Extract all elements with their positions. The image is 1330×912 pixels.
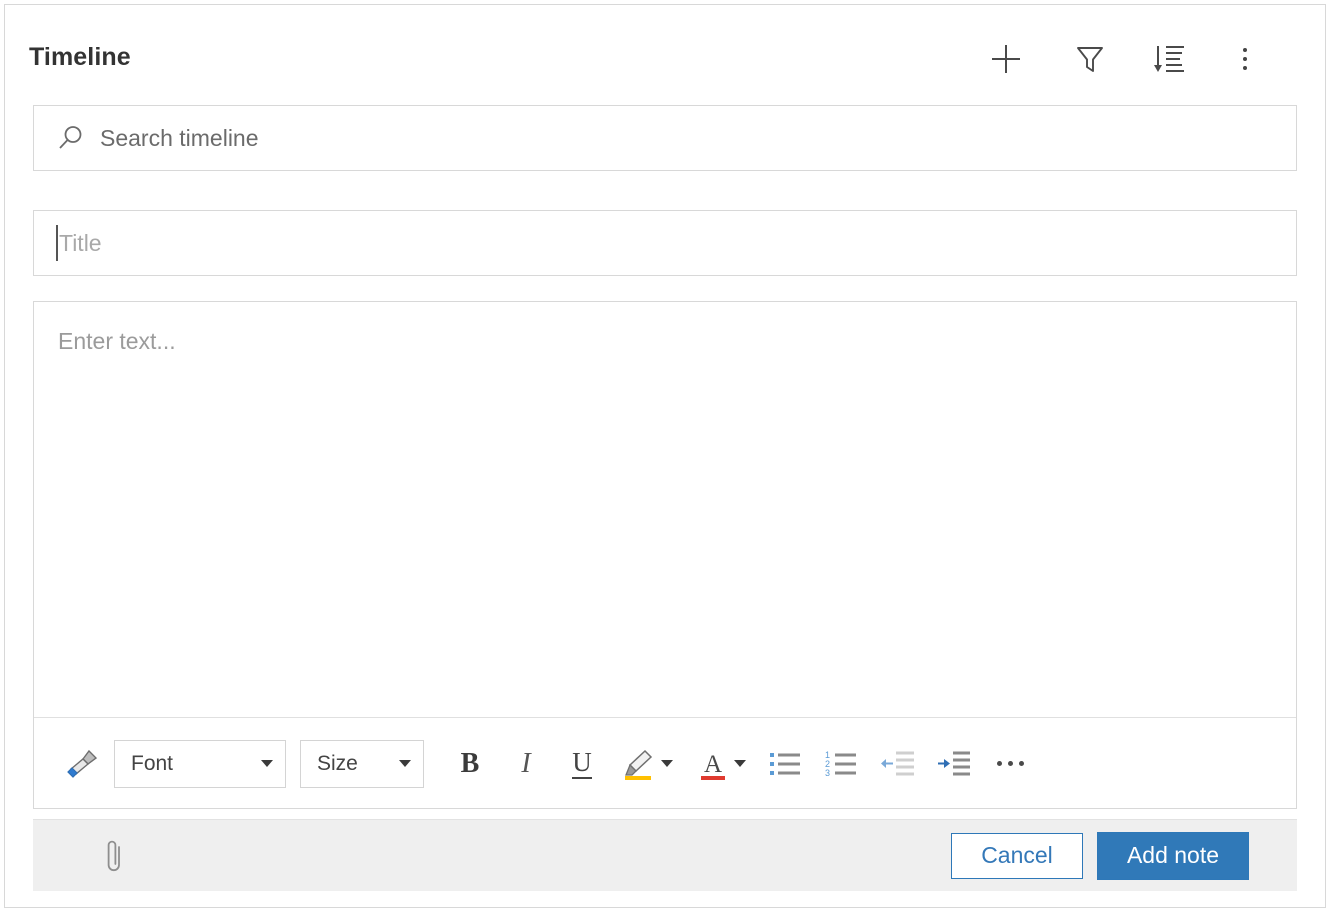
increase-indent-button[interactable] [926,740,982,788]
search-placeholder: Search timeline [100,124,259,151]
plus-icon [992,45,1020,73]
note-title-placeholder: Title [59,229,102,256]
increase-indent-icon [938,751,970,775]
sort-button[interactable] [1148,37,1192,81]
chevron-down-icon [734,760,746,767]
font-size-value: Size [317,751,358,775]
footer-actions: Cancel Add note [951,831,1249,880]
timeline-panel: Timeline Search timeline Title Enter tex… [4,4,1326,908]
chevron-down-icon [661,760,673,767]
filter-icon [1077,47,1103,72]
note-title-field[interactable]: Title [33,210,1297,276]
underline-button[interactable]: U [554,740,610,788]
decrease-indent-icon [881,751,914,775]
format-painter-button[interactable] [54,740,110,788]
more-formatting-icon [996,761,1024,766]
attach-file-button[interactable] [95,834,135,878]
more-formatting-button[interactable] [982,740,1038,788]
numbered-list-button[interactable]: 1 2 3 [814,740,870,788]
bold-button[interactable]: B [442,740,498,788]
cancel-button[interactable]: Cancel [951,832,1083,879]
note-body-field[interactable]: Enter text... [34,302,1296,717]
text-caret [56,225,58,261]
font-family-value: Font [131,751,174,775]
sort-icon [1154,46,1184,72]
svg-text:3: 3 [825,768,830,778]
more-options-button[interactable] [1231,37,1259,81]
numbered-list-icon: 1 2 3 [825,750,856,778]
decrease-indent-button[interactable] [870,740,926,788]
paperclip-icon [107,840,120,871]
more-options-icon [1243,48,1247,70]
page-title: Timeline [29,43,131,71]
bulleted-list-icon [770,752,800,775]
add-note-button[interactable]: Add note [1097,831,1249,880]
chevron-down-icon [261,760,273,767]
search-input[interactable]: Search timeline [33,105,1297,171]
panel-header: Timeline [5,5,1325,93]
search-icon [56,123,86,153]
font-color-icon: A [701,751,725,780]
font-color-button[interactable]: A [684,747,758,781]
bulleted-list-button[interactable] [758,740,814,788]
format-painter-icon [67,749,98,778]
note-body-placeholder: Enter text... [58,328,176,354]
text-highlight-button[interactable] [610,747,684,781]
chevron-down-icon [399,760,411,767]
italic-button[interactable]: I [498,740,554,788]
highlight-icon [625,749,653,780]
font-family-select[interactable]: Font [114,739,286,788]
formatting-toolbar: Font Size B I U A 1 2 3 [34,717,1296,809]
note-editor: Enter text... Font Size B I U A 1 2 3 [33,301,1297,809]
filter-button[interactable] [1068,37,1112,81]
svg-text:A: A [704,751,722,778]
add-entry-button[interactable] [984,37,1028,81]
font-size-select[interactable]: Size [300,739,424,788]
note-footer: Cancel Add note [33,819,1297,891]
underline-glyph: U [572,747,592,779]
